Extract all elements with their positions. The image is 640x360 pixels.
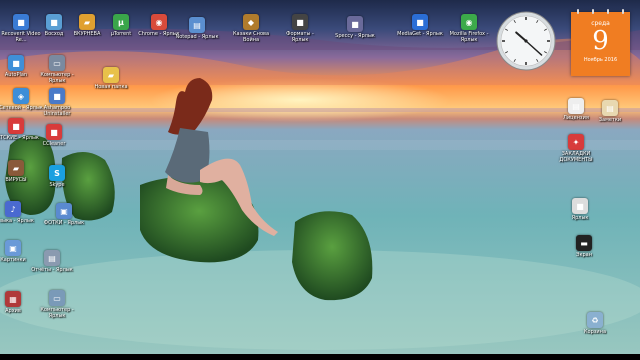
calendar-gadget: среда 9 Ноябрь 2016 [571, 9, 630, 76]
notes-icon: ▤ [602, 100, 618, 116]
desktop-icon-label: Mozilla Firefox - Ярлык [449, 31, 489, 43]
document-icon: ▤ [44, 250, 60, 266]
browser-icon: ◉ [151, 14, 167, 30]
app-icon: ■ [49, 88, 65, 104]
desktop-icon[interactable]: ▤ Заметки [587, 100, 633, 123]
desktop-icon[interactable]: ■ CCleaner [31, 124, 77, 147]
desktop-icon-label: Корзина [583, 329, 607, 335]
desktop-icon-label: MediaGet - Ярлык [397, 31, 443, 37]
browser-icon: ◉ [461, 14, 477, 30]
torrent-icon: µ [113, 14, 129, 30]
desktop-icon-label: Skype [49, 182, 65, 188]
calendar-month-year: Ноябрь 2016 [583, 57, 618, 63]
desktop-icon-label: Компьютер - Ярлык [40, 72, 74, 84]
desktop-icon-label: ВКУРНЕВА [73, 31, 101, 37]
archive-icon: ▦ [5, 291, 21, 307]
desktop-icon-label: CCleaner [42, 141, 66, 147]
desktop-icon[interactable]: ♪Музыка - Ярлык [0, 201, 36, 224]
app-icon: ■ [8, 55, 24, 71]
desktop-icon[interactable]: ■ Speccy - Ярлык [332, 16, 378, 39]
skype-icon: S [49, 165, 65, 181]
desktop-icon-label: Ярлык [571, 215, 589, 221]
desktop-icon[interactable]: ▰ Новая папка [88, 67, 134, 90]
desktop-icon[interactable]: ▭ Компьютер - Ярлык [34, 290, 80, 319]
desktop-icon-label: ФОТКИ - Ярлык [43, 220, 85, 226]
app-icon: ■ [292, 14, 308, 30]
recycle-bin-icon: ♻ [587, 312, 603, 328]
desktop-icon[interactable]: ▦ Архив [0, 291, 36, 314]
desktop-icon-label: µTorrent [110, 31, 132, 37]
photos-icon: ▣ [56, 203, 72, 219]
folder-icon: ▰ [103, 67, 119, 83]
clock-gadget [496, 11, 556, 71]
bookmark-icon: ✦ [568, 134, 584, 150]
desktop-icon[interactable]: ▤ Notepad - Ярлык [174, 17, 220, 40]
app-icon: ■ [8, 118, 24, 134]
desktop-icon-label: Новая папка [94, 84, 128, 90]
desktop-icon[interactable]: ♻ Корзина [572, 312, 618, 335]
desktop-icon-label: Отчёты - Ярлык [31, 267, 73, 273]
desktop-icon-label: Казаки Снова Война [232, 31, 270, 43]
computer-icon: ▭ [49, 55, 65, 71]
desktop-icon-label: Музыка - Ярлык [0, 218, 34, 224]
desktop-icon[interactable]: ▬ Экран [561, 235, 607, 258]
app-icon: ■ [13, 14, 29, 30]
desktop-icon-label: Лицензия [563, 115, 589, 121]
pictures-icon: ▣ [5, 240, 21, 256]
app-icon: ■ [46, 14, 62, 30]
folder-icon: ▰ [79, 14, 95, 30]
desktop-icon-label: AutoPlan [4, 72, 28, 78]
desktop-icon[interactable]: ◆ Казаки Снова Война [228, 14, 274, 43]
screen-bottom-edge [0, 354, 640, 360]
desktop[interactable]: ■ Recoverit Video Re... ■ Восход ▰ ВКУРНЕВА µ µ… [0, 0, 640, 360]
desktop-icon-label: Картинки [0, 257, 26, 263]
desktop-icon-label: Ashampoo Uninstaller [43, 105, 71, 117]
desktop-icon-label: ВИРУСЫ [5, 177, 27, 183]
game-icon: ◆ [243, 14, 259, 30]
desktop-icon-label: ЗАКЛАДКИ ДОКУМЕНТЫ [559, 151, 593, 163]
desktop-icon-label: Заметки [598, 117, 622, 123]
app-icon: ■ [412, 14, 428, 30]
desktop-icon[interactable]: S Skype [34, 165, 80, 188]
document-icon: ▤ [568, 98, 584, 114]
app-icon: ■ [46, 124, 62, 140]
music-icon: ♪ [5, 201, 21, 217]
document-icon: ▤ [189, 17, 205, 33]
screen-icon: ▬ [576, 235, 592, 251]
desktop-icon[interactable]: ■ Ярлык [557, 198, 603, 221]
desktop-icon[interactable]: ▭ Компьютер - Ярлык [34, 55, 80, 84]
calendar-day: 9 [592, 26, 609, 56]
network-icon: ◈ [13, 88, 29, 104]
computer-icon: ▭ [49, 290, 65, 306]
desktop-icon-label: Notepad - Ярлык [175, 34, 219, 40]
calendar-rings [571, 9, 630, 14]
desktop-icon[interactable]: ✦ ЗАКЛАДКИ ДОКУМЕНТЫ [553, 134, 599, 163]
desktop-icon[interactable]: ■ Форматы - Ярлык [277, 14, 323, 43]
app-icon: ■ [572, 198, 588, 214]
desktop-icon-label: Архив [5, 308, 21, 314]
desktop-icon-label: Восход [44, 31, 64, 37]
folder-icon: ▰ [8, 160, 24, 176]
desktop-icon[interactable]: ■ Ashampoo Uninstaller [34, 88, 80, 117]
desktop-icon-label: Speccy - Ярлык [335, 33, 375, 39]
desktop-icon-label: Форматы - Ярлык [286, 31, 314, 43]
desktop-icon[interactable]: ◉ Mozilla Firefox - Ярлык [446, 14, 492, 43]
desktop-icon[interactable]: ■ MediaGet - Ярлык [397, 14, 443, 37]
desktop-icon-label: Экран [575, 252, 593, 258]
desktop-icon[interactable]: ▣ ФОТКИ - Ярлык [41, 203, 87, 226]
desktop-icon-label: Компьютер - Ярлык [40, 307, 74, 319]
desktop-icon[interactable]: ▤ Отчёты - Ярлык [29, 250, 75, 273]
app-icon: ■ [347, 16, 363, 32]
